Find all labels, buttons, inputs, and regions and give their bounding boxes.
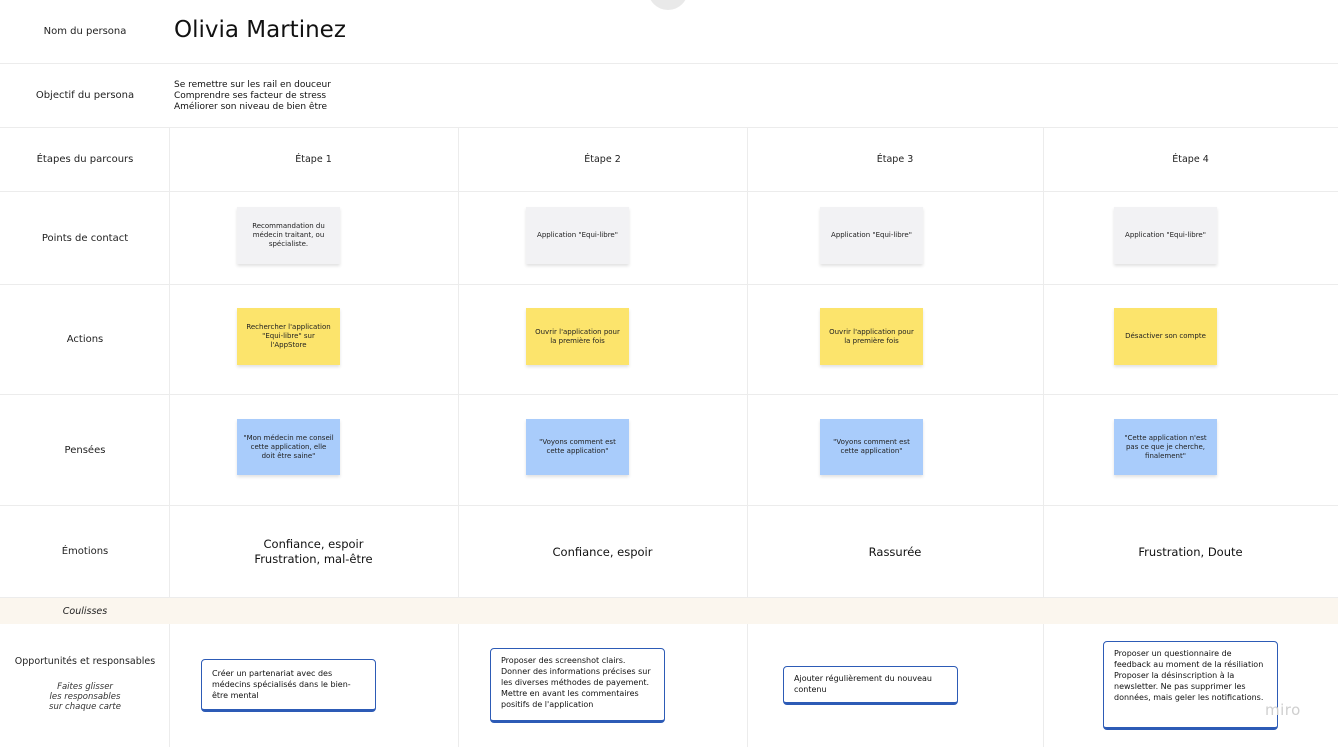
row-divider [0, 127, 1338, 128]
row-label-emotions: Émotions [61, 546, 109, 557]
hint-line: Faites glisser [57, 682, 113, 692]
opportunity-card-3[interactable]: Ajouter régulièrement du nouveau contenu [783, 666, 958, 705]
row-label-stages: Étapes du parcours [36, 154, 134, 165]
collaborator-avatar[interactable] [648, 0, 688, 10]
backstage-band [0, 598, 1338, 624]
touchpoint-sticky-3[interactable]: Application "Equi-libre" [820, 207, 923, 264]
action-sticky-1[interactable]: Rechercher l'application "Equi-libre" su… [237, 308, 340, 365]
opportunity-card-1[interactable]: Créer un partenariat avec des médecins s… [201, 659, 376, 712]
emotion-text-2[interactable]: Confiance, espoir [458, 545, 747, 560]
row-label-opportunities: Opportunités et responsables [14, 656, 156, 667]
persona-goal-item: Comprendre ses facteur de stress [174, 91, 327, 101]
hint-line: les responsables [49, 692, 121, 702]
row-label-persona-name: Nom du persona [43, 26, 127, 37]
persona-goal-item: Améliorer son niveau de bien être [174, 102, 328, 112]
opportunities-hint: Faites glisser les responsables sur chaq… [0, 682, 170, 712]
stage-3-title[interactable]: Étape 3 [747, 154, 1043, 165]
action-sticky-2[interactable]: Ouvrir l'application pour la première fo… [526, 308, 629, 365]
thought-sticky-1[interactable]: "Mon médecin me conseil cette applicatio… [237, 419, 340, 475]
row-divider [0, 284, 1338, 285]
hint-line: sur chaque carte [49, 702, 121, 712]
column-divider [1043, 127, 1044, 747]
thought-sticky-2[interactable]: "Voyons comment est cette application" [526, 419, 629, 475]
touchpoint-sticky-1[interactable]: Recommandation du médecin traitant, ou s… [237, 207, 340, 264]
row-label-backstage: Coulisses [62, 605, 108, 617]
row-divider [0, 191, 1338, 192]
journey-map-board[interactable]: Nom du persona Objectif du persona Étape… [0, 0, 1338, 747]
touchpoint-sticky-2[interactable]: Application "Equi-libre" [526, 207, 629, 264]
miro-watermark-logo: miro [1265, 701, 1301, 719]
row-divider [0, 505, 1338, 506]
row-label-touchpoints: Points de contact [41, 232, 129, 244]
row-label-thoughts: Pensées [64, 444, 106, 456]
emotion-line: Frustration, Doute [1138, 545, 1243, 559]
thought-sticky-4[interactable]: "Cette application n'est pas ce que je c… [1114, 419, 1217, 475]
stage-2-title[interactable]: Étape 2 [458, 154, 747, 165]
emotion-line: Frustration, mal-être [254, 552, 373, 566]
stage-1-title[interactable]: Étape 1 [169, 154, 458, 165]
row-divider [0, 63, 1338, 64]
column-divider [458, 127, 459, 747]
emotion-line: Rassurée [868, 545, 922, 559]
row-label-actions: Actions [66, 334, 104, 345]
thought-sticky-3[interactable]: "Voyons comment est cette application" [820, 419, 923, 475]
emotion-text-1[interactable]: Confiance, espoir Frustration, mal-être [169, 537, 458, 567]
action-sticky-3[interactable]: Ouvrir l'application pour la première fo… [820, 308, 923, 365]
persona-name[interactable]: Olivia Martinez [174, 17, 346, 43]
touchpoint-sticky-4[interactable]: Application "Equi-libre" [1114, 207, 1217, 264]
row-divider [0, 394, 1338, 395]
stage-4-title[interactable]: Étape 4 [1043, 154, 1338, 165]
opportunity-card-2[interactable]: Proposer des screenshot clairs. Donner d… [490, 648, 665, 723]
emotion-text-3[interactable]: Rassurée [747, 545, 1043, 560]
emotion-text-4[interactable]: Frustration, Doute [1043, 545, 1338, 560]
emotion-line: Confiance, espoir [263, 537, 364, 551]
opportunity-card-4[interactable]: Proposer un questionnaire de feedback au… [1103, 641, 1278, 730]
column-divider [747, 127, 748, 747]
row-label-persona-goal: Objectif du persona [35, 90, 135, 101]
persona-goals[interactable]: Se remettre sur les rail en douceur Comp… [174, 80, 331, 113]
action-sticky-4[interactable]: Désactiver son compte [1114, 308, 1217, 365]
persona-goal-item: Se remettre sur les rail en douceur [174, 80, 331, 90]
emotion-line: Confiance, espoir [552, 545, 653, 559]
